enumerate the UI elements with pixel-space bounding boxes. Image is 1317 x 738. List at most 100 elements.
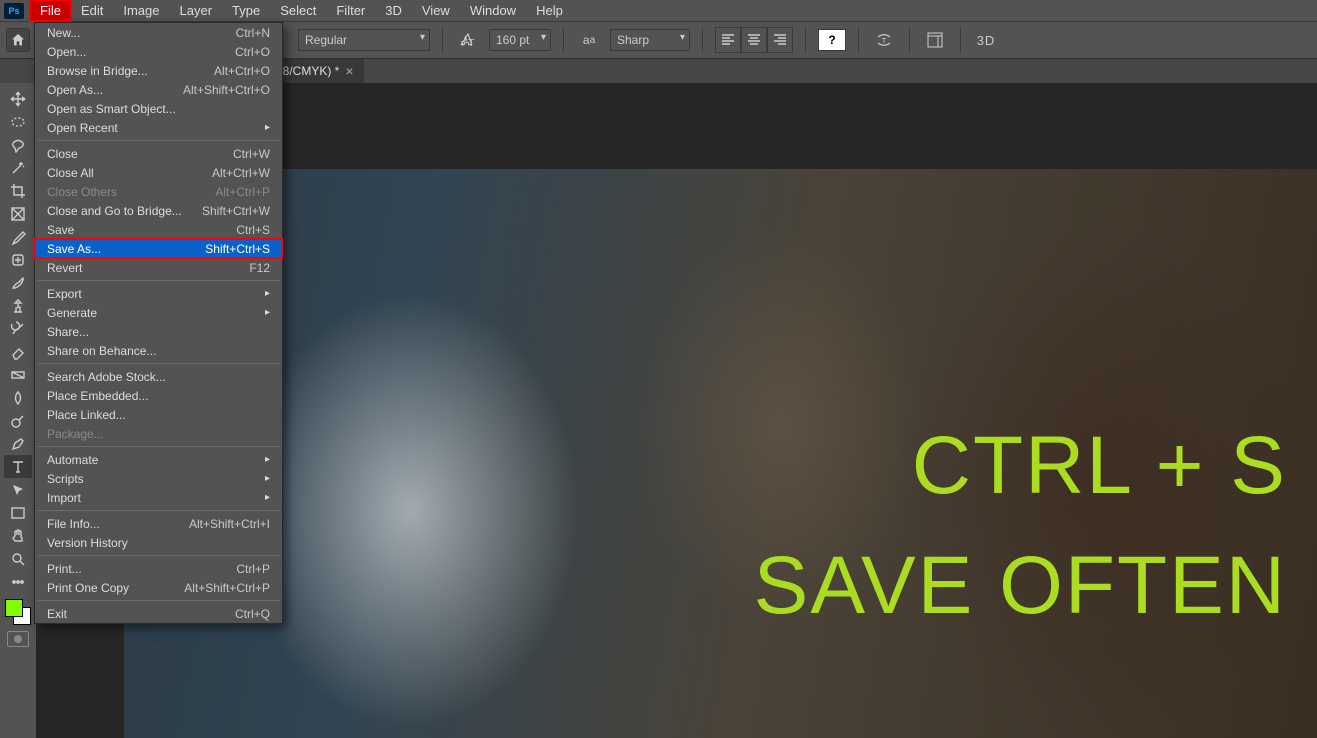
menu-window[interactable]: Window [460, 0, 526, 21]
menu-item-label: Browse in Bridge... [47, 64, 214, 78]
tool-zoom[interactable] [4, 547, 32, 570]
menu-select[interactable]: Select [270, 0, 326, 21]
menu-item-revert[interactable]: RevertF12 [35, 258, 282, 277]
menu-item-search-adobe-stock[interactable]: Search Adobe Stock... [35, 367, 282, 386]
3d-button[interactable]: 3D [973, 27, 999, 53]
menu-item-label: Close All [47, 166, 212, 180]
tool-eyedropper[interactable] [4, 225, 32, 248]
menu-item-label: Open as Smart Object... [47, 102, 270, 116]
menu-item-export[interactable]: Export [35, 284, 282, 303]
menu-item-label: Export [47, 287, 255, 301]
menu-item-label: Open As... [47, 83, 183, 97]
menu-item-label: Close Others [47, 185, 215, 199]
menu-item-exit[interactable]: ExitCtrl+Q [35, 604, 282, 623]
menu-item-open-as-smart-object[interactable]: Open as Smart Object... [35, 99, 282, 118]
menu-view[interactable]: View [412, 0, 460, 21]
menu-item-automate[interactable]: Automate [35, 450, 282, 469]
menu-filter[interactable]: Filter [326, 0, 375, 21]
menu-item-place-embedded[interactable]: Place Embedded... [35, 386, 282, 405]
menu-item-generate[interactable]: Generate [35, 303, 282, 322]
menu-item-shortcut: Ctrl+P [236, 562, 270, 576]
menu-item-import[interactable]: Import [35, 488, 282, 507]
svg-text:T: T [461, 39, 466, 48]
text-align-group [715, 27, 793, 53]
menu-item-open-as[interactable]: Open As...Alt+Shift+Ctrl+O [35, 80, 282, 99]
divider [858, 28, 859, 52]
align-left-button[interactable] [715, 27, 741, 53]
menu-item-open-recent[interactable]: Open Recent [35, 118, 282, 137]
tool-gradient[interactable] [4, 363, 32, 386]
tool-crop[interactable] [4, 179, 32, 202]
menu-type[interactable]: Type [222, 0, 270, 21]
menu-item-shortcut: Ctrl+W [233, 147, 270, 161]
menu-item-label: Save [47, 223, 236, 237]
tool-eraser[interactable] [4, 340, 32, 363]
divider [702, 28, 703, 52]
menu-item-save[interactable]: SaveCtrl+S [35, 220, 282, 239]
tool-history-brush[interactable] [4, 317, 32, 340]
tool-hand[interactable] [4, 524, 32, 547]
menu-separator [37, 140, 280, 141]
menu-item-scripts[interactable]: Scripts [35, 469, 282, 488]
color-swatches[interactable] [5, 599, 31, 625]
tool-blur[interactable] [4, 386, 32, 409]
quick-mask-button[interactable] [7, 631, 29, 647]
menu-item-version-history[interactable]: Version History [35, 533, 282, 552]
menu-edit[interactable]: Edit [71, 0, 113, 21]
menu-item-share-on-behance[interactable]: Share on Behance... [35, 341, 282, 360]
font-size-icon: TT [455, 27, 481, 53]
align-center-button[interactable] [741, 27, 767, 53]
home-button[interactable] [6, 28, 30, 52]
menu-item-new[interactable]: New...Ctrl+N [35, 23, 282, 42]
tool-brush[interactable] [4, 271, 32, 294]
menu-item-save-as[interactable]: Save As...Shift+Ctrl+S [35, 239, 282, 258]
menu-item-shortcut: F12 [249, 261, 270, 275]
menu-item-label: Place Embedded... [47, 389, 270, 403]
menu-item-package: Package... [35, 424, 282, 443]
tool-magic-wand[interactable] [4, 156, 32, 179]
menu-layer[interactable]: Layer [170, 0, 223, 21]
artboard[interactable]: CTRL + S SAVE OFTEN [124, 169, 1317, 738]
menu-item-label: Place Linked... [47, 408, 270, 422]
menu-item-close-and-go-to-bridge[interactable]: Close and Go to Bridge...Shift+Ctrl+W [35, 201, 282, 220]
menu-file[interactable]: File [30, 0, 71, 21]
menu-item-place-linked[interactable]: Place Linked... [35, 405, 282, 424]
menu-item-close-all[interactable]: Close AllAlt+Ctrl+W [35, 163, 282, 182]
character-panel-button[interactable] [922, 27, 948, 53]
menu-item-open[interactable]: Open...Ctrl+O [35, 42, 282, 61]
tool-more[interactable] [4, 570, 32, 593]
tool-dodge[interactable] [4, 409, 32, 432]
menu-item-share[interactable]: Share... [35, 322, 282, 341]
close-tab-icon[interactable]: × [345, 63, 353, 79]
overlay-text-line2: SAVE OFTEN [754, 539, 1287, 633]
anti-alias-select[interactable]: Sharp [610, 29, 690, 51]
menu-item-label: Print One Copy [47, 581, 184, 595]
menu-item-browse-in-bridge[interactable]: Browse in Bridge...Alt+Ctrl+O [35, 61, 282, 80]
menu-item-label: Version History [47, 536, 270, 550]
menu-help[interactable]: Help [526, 0, 573, 21]
menu-item-print[interactable]: Print...Ctrl+P [35, 559, 282, 578]
font-style-select[interactable]: Regular [298, 29, 430, 51]
warp-text-button[interactable]: T [871, 27, 897, 53]
svg-text:T: T [468, 37, 475, 49]
menu-item-print-one-copy[interactable]: Print One CopyAlt+Shift+Ctrl+P [35, 578, 282, 597]
foreground-color-swatch[interactable] [5, 599, 23, 617]
menu-item-close[interactable]: CloseCtrl+W [35, 144, 282, 163]
tool-move[interactable] [4, 87, 32, 110]
tool-ellipse-marquee[interactable] [4, 110, 32, 133]
tool-path-select[interactable] [4, 478, 32, 501]
tool-pen[interactable] [4, 432, 32, 455]
text-color-swatch[interactable]: ? [818, 29, 846, 51]
menu-image[interactable]: Image [113, 0, 169, 21]
tool-frame[interactable] [4, 202, 32, 225]
align-right-button[interactable] [767, 27, 793, 53]
menu-item-file-info[interactable]: File Info...Alt+Shift+Ctrl+I [35, 514, 282, 533]
tool-type[interactable] [4, 455, 32, 478]
tool-clone[interactable] [4, 294, 32, 317]
tool-healing[interactable] [4, 248, 32, 271]
font-size-select[interactable]: 160 pt [489, 29, 551, 51]
tool-rectangle[interactable] [4, 501, 32, 524]
menu-3d[interactable]: 3D [375, 0, 412, 21]
tool-lasso[interactable] [4, 133, 32, 156]
app-icon: Ps [4, 3, 24, 19]
